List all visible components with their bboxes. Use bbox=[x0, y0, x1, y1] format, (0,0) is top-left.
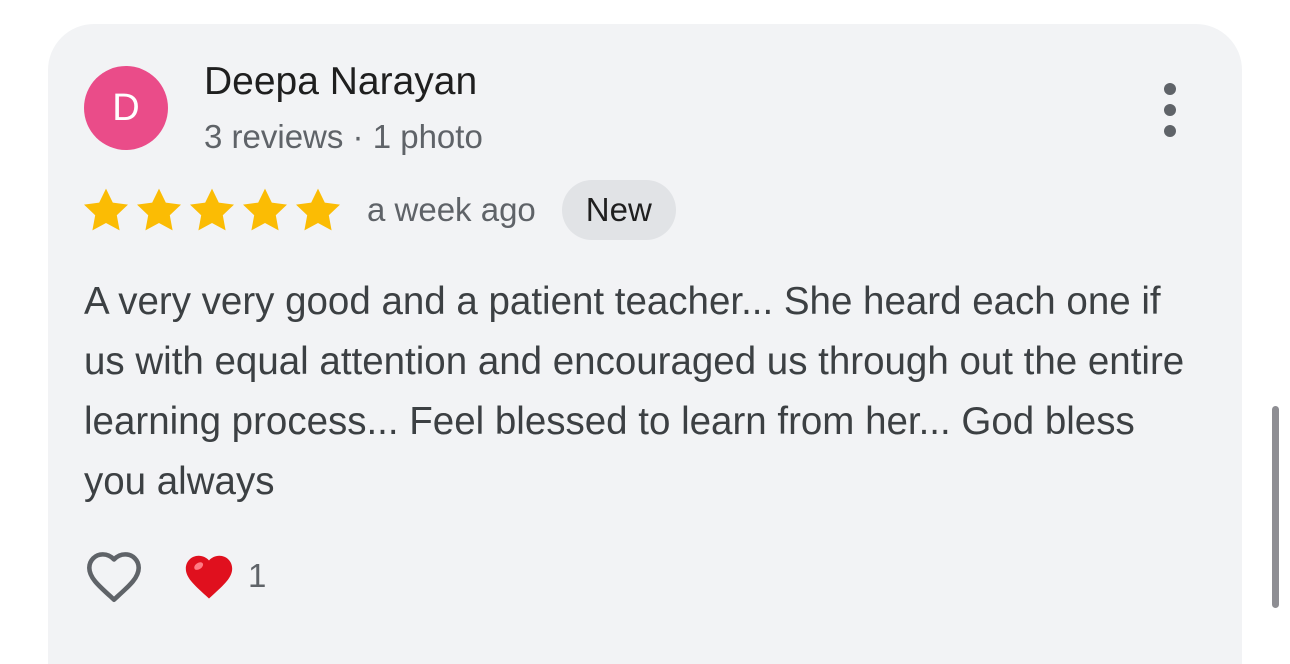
star-icon bbox=[243, 188, 287, 231]
reviewer-meta: 3 reviews · 1 photo bbox=[204, 118, 483, 155]
scrollbar[interactable] bbox=[1272, 406, 1279, 608]
review-time: a week ago bbox=[367, 191, 536, 228]
new-badge: New bbox=[561, 180, 676, 240]
more-options-button[interactable] bbox=[1146, 80, 1194, 140]
avatar[interactable]: D bbox=[84, 66, 168, 150]
star-icon bbox=[190, 188, 234, 231]
rating-row: a week ago New bbox=[82, 180, 676, 240]
review-actions: 1 bbox=[82, 546, 266, 606]
review-card: D Deepa Narayan 3 reviews · 1 photo a we… bbox=[48, 24, 1242, 664]
reaction-count: 1 bbox=[248, 557, 267, 594]
heart-outline-icon bbox=[87, 552, 141, 602]
avatar-initial: D bbox=[112, 86, 140, 129]
like-button[interactable] bbox=[82, 546, 146, 606]
star-icon bbox=[137, 188, 181, 231]
reaction-summary[interactable]: 1 bbox=[182, 551, 266, 601]
review-text: A very very good and a patient teacher..… bbox=[84, 280, 1185, 503]
reviewer-name[interactable]: Deepa Narayan bbox=[204, 60, 477, 104]
star-rating bbox=[82, 187, 347, 233]
red-heart-icon bbox=[185, 555, 233, 599]
more-vertical-icon bbox=[1164, 83, 1176, 137]
star-icon bbox=[296, 188, 340, 231]
star-icon bbox=[84, 188, 128, 231]
